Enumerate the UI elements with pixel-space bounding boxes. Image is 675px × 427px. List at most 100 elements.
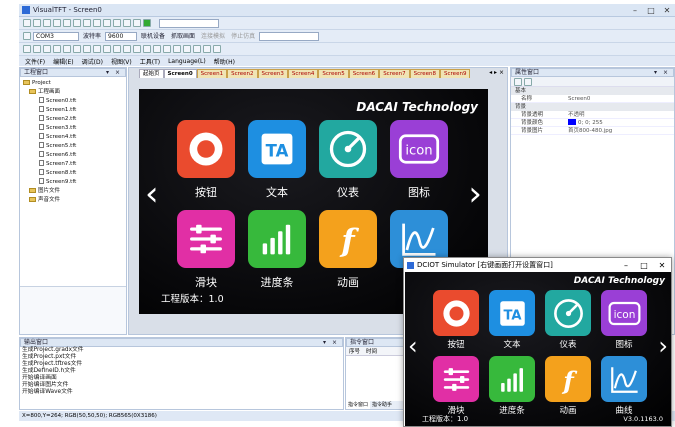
menu-help[interactable]: 帮助(H) [214,57,235,66]
capture-screen-button[interactable]: 抓取画面 [169,32,197,41]
line-icon[interactable] [33,45,41,53]
simulator-screen[interactable]: DACAI Technology ‹ › 工程版本：1.0 V3.0.1163.… [405,272,671,426]
tree-screen-item[interactable]: Screen5.tft [23,142,126,151]
tile-gauge[interactable] [319,120,377,178]
tree-screen-item[interactable]: Screen2.tft [23,115,126,124]
tree-root[interactable]: Project [23,79,126,88]
open-file-icon[interactable] [33,19,41,27]
save-icon[interactable] [43,19,51,27]
tile-icon-text[interactable]: icon [390,120,448,178]
sort-category-icon[interactable] [514,78,522,86]
align-right-icon[interactable] [193,45,201,53]
settings-icon[interactable] [133,19,141,27]
slider-control-icon[interactable] [93,45,101,53]
tree-group[interactable]: 工程画面 [23,88,126,97]
prop-row-name[interactable]: 名称 Screen0 [511,95,674,103]
tree-screen-item[interactable]: Screen7.tft [23,160,126,169]
tile-flash[interactable]: f [545,356,591,402]
panel-pin-icon[interactable]: ▾ ⨯ [323,339,342,346]
run-icon[interactable] [143,19,151,27]
tab-screen4[interactable]: Screen4 [287,69,319,78]
tab-screen0[interactable]: Screen0 [163,69,197,78]
qr-control-icon[interactable] [143,45,151,53]
tile-progress-bars[interactable] [248,210,306,268]
tab-command[interactable]: 指令窗口 [346,401,371,409]
tile-flash[interactable]: f [319,210,377,268]
pen-color-icon[interactable] [203,45,211,53]
menu-tools[interactable]: 工具(T) [140,57,160,66]
tree-screen-item[interactable]: Screen8.tft [23,169,126,178]
tree-screen-item[interactable]: Screen4.tft [23,133,126,142]
sim-prev-arrow[interactable]: ‹ [408,334,418,358]
tree-screen-item[interactable]: Screen9.tft [23,178,126,187]
tile-slider[interactable] [177,210,235,268]
panel-pin-icon[interactable]: ▾ ⨯ [106,69,125,76]
curve-control-icon[interactable] [133,45,141,53]
sort-alpha-icon[interactable] [524,78,532,86]
menu-debug[interactable]: 调试(D) [82,57,103,66]
align-center-icon[interactable] [183,45,191,53]
text-control-icon[interactable] [73,45,81,53]
tab-起始页[interactable]: 起始页 [139,69,164,78]
tree-folder-images[interactable]: 图片文件 [23,187,126,196]
panel-pin-icon[interactable]: ▾ ⨯ [654,69,673,76]
align-left-icon[interactable] [173,45,181,53]
minimize-button[interactable]: – [627,6,643,15]
tile-progress-bars[interactable] [489,356,535,402]
menu-control-icon[interactable] [163,45,171,53]
sim-minimize-button[interactable]: – [617,261,635,270]
sim-connect-button[interactable]: 连接模拟 [199,32,227,41]
tree-screen-item[interactable]: Screen0.tft [23,97,126,106]
prop-row-bgcolor[interactable]: 背景颜色 0; 0; 255 [511,119,674,127]
tab-screen9[interactable]: Screen9 [440,69,471,78]
circle-icon[interactable] [53,45,61,53]
tab-screen1[interactable]: Screen1 [196,69,228,78]
pointer-icon[interactable] [23,45,31,53]
tab-controls[interactable]: ◂ ▸ ⨯ [489,69,504,76]
tile-gauge[interactable] [545,290,591,336]
animation-control-icon[interactable] [113,45,121,53]
fill-color-icon[interactable] [213,45,221,53]
compile-icon[interactable] [113,19,121,27]
icon-control-icon[interactable] [123,45,131,53]
tree-screen-item[interactable]: Screen6.tft [23,151,126,160]
menu-language[interactable]: Language(L) [168,58,206,65]
menu-edit[interactable]: 编辑(E) [53,57,73,66]
close-button[interactable]: ✕ [659,6,675,15]
new-file-icon[interactable] [23,19,31,27]
tab-screen7[interactable]: Screen7 [379,69,410,78]
tab-screen5[interactable]: Screen5 [318,69,349,78]
sim-stop-button[interactable]: 停止仿真 [229,32,257,41]
menu-file[interactable]: 文件(F) [25,57,45,66]
prev-arrow[interactable]: ‹ [145,177,159,211]
tree-folder-sounds[interactable]: 声音文件 [23,196,126,205]
tile-icon-text[interactable]: icon [601,290,647,336]
copy-icon[interactable] [73,19,81,27]
sim-maximize-button[interactable]: □ [635,261,653,270]
next-arrow[interactable]: › [468,177,482,211]
prop-row-transparent[interactable]: 背景透明 不透明 [511,111,674,119]
tile-text[interactable]: TA [489,290,535,336]
tile-record-button[interactable] [433,290,479,336]
tree-screen-item[interactable]: Screen3.tft [23,124,126,133]
meter-control-icon[interactable] [103,45,111,53]
sim-close-button[interactable]: ✕ [653,261,671,270]
tab-assistant[interactable]: 指令助手 [370,401,394,409]
port-select[interactable]: COM3 [33,31,79,41]
undo-icon[interactable] [93,19,101,27]
tile-text[interactable]: TA [248,120,306,178]
tile-curve[interactable] [601,356,647,402]
redo-icon[interactable] [103,19,111,27]
cut-icon[interactable] [63,19,71,27]
tree-screen-item[interactable]: Screen1.tft [23,106,126,115]
sim-next-arrow[interactable]: › [658,334,668,358]
button-control-icon[interactable] [63,45,71,53]
timer-control-icon[interactable] [153,45,161,53]
tile-record-button[interactable] [177,120,235,178]
tile-slider[interactable] [433,356,479,402]
baud-select[interactable]: 9600 [105,31,138,41]
progress-control-icon[interactable] [83,45,91,53]
paste-icon[interactable] [83,19,91,27]
screen-select[interactable] [159,18,219,28]
tab-screen2[interactable]: Screen2 [227,69,258,78]
